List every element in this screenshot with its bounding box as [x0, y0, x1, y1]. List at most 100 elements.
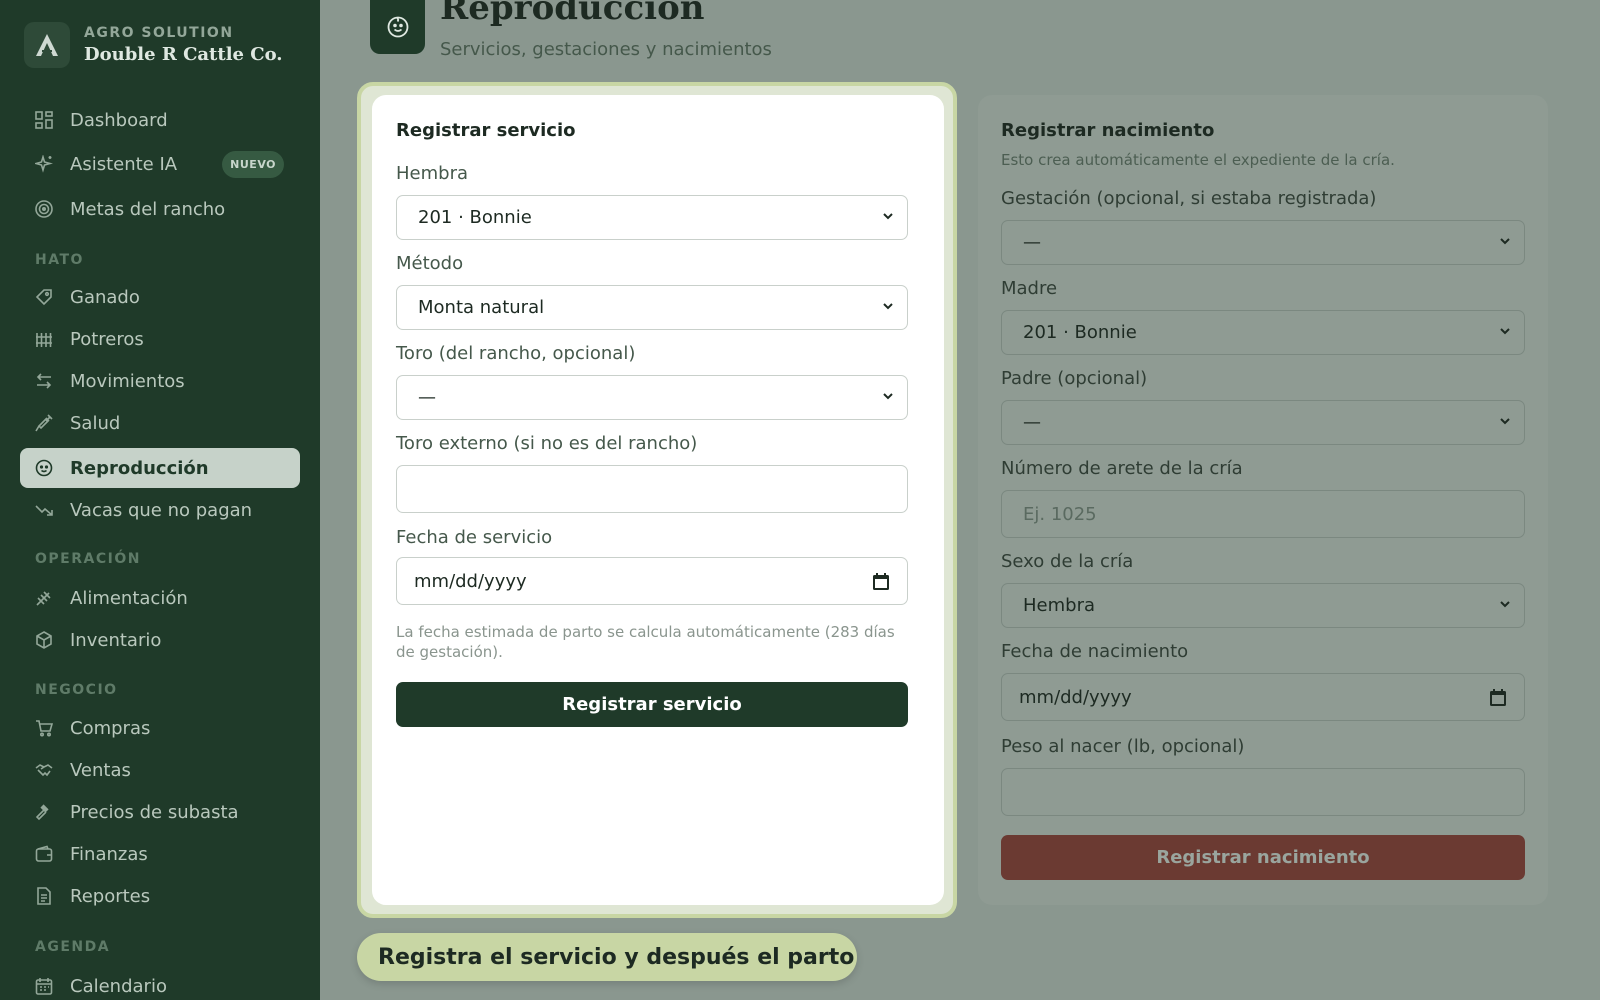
chevron-down-icon: [883, 213, 893, 220]
calendar-icon[interactable]: [873, 573, 889, 590]
sidebar-item-label: Vacas que no pagan: [70, 499, 253, 521]
father-label: Padre (opcional): [1001, 368, 1148, 389]
sidebar-item-asistente-ia[interactable]: Asistente IA NUEVO: [20, 144, 300, 184]
chevron-down-icon: [1500, 601, 1510, 608]
method-select-value: Monta natural: [418, 297, 545, 318]
father-select-value: —: [1023, 412, 1041, 433]
sidebar-item-label: Calendario: [70, 975, 167, 997]
weight-label: Peso al nacer (lb, opcional): [1001, 736, 1245, 757]
bull-select[interactable]: —: [396, 375, 908, 420]
sidebar-item-salud[interactable]: Salud: [20, 403, 300, 443]
service-date-label: Fecha de servicio: [396, 527, 553, 548]
logo-icon: [24, 22, 70, 68]
sidebar-item-label: Ganado: [70, 286, 140, 308]
service-date-value: mm/dd/yyyy: [414, 570, 527, 592]
handshake-icon: [34, 760, 54, 780]
chevron-down-icon: [883, 303, 893, 310]
sidebar-item-label: Asistente IA: [70, 153, 178, 175]
female-select[interactable]: 201 · Bonnie: [396, 195, 908, 240]
section-hato: HATO: [35, 252, 84, 268]
chevron-down-icon: [1500, 418, 1510, 425]
sidebar-item-reproduccion[interactable]: Reproducción: [20, 448, 300, 488]
sidebar-item-metas[interactable]: Metas del rancho: [20, 189, 300, 229]
report-icon: [34, 886, 54, 906]
sidebar-item-precios-subasta[interactable]: Precios de subasta: [20, 792, 300, 832]
bull-select-value: —: [418, 387, 436, 408]
service-hint: La fecha estimada de parto se calcula au…: [396, 623, 895, 661]
sidebar-item-vacas-no-pagan[interactable]: Vacas que no pagan: [20, 490, 300, 530]
sidebar-item-label: Compras: [70, 717, 151, 739]
gestation-select-value: —: [1023, 232, 1041, 253]
sidebar-item-label: Alimentación: [70, 587, 188, 609]
section-operacion: OPERACIÓN: [35, 551, 141, 567]
birth-form-subtitle: Esto crea automáticamente el expediente …: [1001, 151, 1395, 169]
tag-input[interactable]: Ej. 1025: [1001, 490, 1525, 538]
sidebar-item-label: Ventas: [70, 759, 131, 781]
external-bull-input[interactable]: [396, 465, 908, 513]
external-bull-label: Toro externo (si no es del rancho): [396, 433, 698, 454]
sidebar-item-label: Finanzas: [70, 843, 148, 865]
sidebar-item-label: Potreros: [70, 328, 144, 350]
service-date-input[interactable]: mm/dd/yyyy: [396, 557, 908, 605]
syringe-icon: [34, 413, 54, 433]
sidebar-item-label: Reproducción: [70, 457, 209, 479]
sidebar-item-ganado[interactable]: Ganado: [20, 277, 300, 317]
bull-label: Toro (del rancho, opcional): [396, 343, 636, 364]
page-title: Reproducción: [440, 0, 705, 28]
tutorial-tip: Registra el servicio y después el parto: [357, 933, 857, 981]
tag-label: Número de arete de la cría: [1001, 458, 1243, 479]
trend-down-icon: [34, 500, 54, 520]
female-label: Hembra: [396, 163, 468, 184]
register-service-button[interactable]: Registrar servicio: [396, 682, 908, 727]
mother-select-value: 201 · Bonnie: [1023, 322, 1137, 343]
page-subtitle: Servicios, gestaciones y nacimientos: [440, 39, 772, 60]
section-agenda: AGENDA: [35, 939, 111, 955]
gestation-label: Gestación (opcional, si estaba registrad…: [1001, 188, 1377, 209]
section-negocio: NEGOCIO: [35, 682, 118, 698]
sidebar-item-potreros[interactable]: Potreros: [20, 319, 300, 359]
birth-date-input[interactable]: mm/dd/yyyy: [1001, 673, 1525, 721]
mother-select[interactable]: 201 · Bonnie: [1001, 310, 1525, 355]
sidebar-item-finanzas[interactable]: Finanzas: [20, 834, 300, 874]
sidebar-item-alimentacion[interactable]: Alimentación: [20, 578, 300, 618]
weight-input[interactable]: [1001, 768, 1525, 816]
chevron-down-icon: [1500, 328, 1510, 335]
sex-label: Sexo de la cría: [1001, 551, 1134, 572]
baby-icon: [34, 458, 54, 478]
service-form-card: Registrar servicio Hembra 201 · Bonnie M…: [372, 95, 944, 905]
birth-date-label: Fecha de nacimiento: [1001, 641, 1189, 662]
birth-form-card: Registrar nacimiento Esto crea automátic…: [978, 95, 1548, 905]
chevron-down-icon: [1500, 238, 1510, 245]
sidebar-item-ventas[interactable]: Ventas: [20, 750, 300, 790]
tag-icon: [34, 287, 54, 307]
birth-form-title: Registrar nacimiento: [1001, 120, 1215, 141]
father-select[interactable]: —: [1001, 400, 1525, 445]
gavel-icon: [34, 802, 54, 822]
sidebar-item-reportes[interactable]: Reportes: [20, 876, 300, 916]
birth-date-value: mm/dd/yyyy: [1019, 686, 1132, 708]
sidebar-item-label: Salud: [70, 412, 121, 434]
arrows-icon: [34, 371, 54, 391]
sidebar-item-movimientos[interactable]: Movimientos: [20, 361, 300, 401]
grid-icon: [34, 110, 54, 130]
female-select-value: 201 · Bonnie: [418, 207, 532, 228]
box-icon: [34, 630, 54, 650]
gestation-select[interactable]: —: [1001, 220, 1525, 265]
sidebar-item-dashboard[interactable]: Dashboard: [20, 100, 300, 140]
target-icon: [34, 199, 54, 219]
sidebar-item-label: Precios de subasta: [70, 801, 239, 823]
brand[interactable]: AGRO SOLUTION Double R Cattle Co.: [24, 22, 283, 68]
sidebar-item-label: Movimientos: [70, 370, 185, 392]
sidebar-item-compras[interactable]: Compras: [20, 708, 300, 748]
calendar-icon: [34, 976, 54, 996]
sex-select-value: Hembra: [1023, 595, 1095, 616]
sidebar: AGRO SOLUTION Double R Cattle Co. Dashbo…: [0, 0, 320, 1000]
sidebar-item-calendario[interactable]: Calendario: [20, 966, 300, 1000]
sex-select[interactable]: Hembra: [1001, 583, 1525, 628]
sidebar-item-inventario[interactable]: Inventario: [20, 620, 300, 660]
method-select[interactable]: Monta natural: [396, 285, 908, 330]
calendar-icon[interactable]: [1490, 689, 1506, 706]
register-birth-button[interactable]: Registrar nacimiento: [1001, 835, 1525, 880]
sidebar-item-label: Reportes: [70, 885, 151, 907]
cart-icon: [34, 718, 54, 738]
